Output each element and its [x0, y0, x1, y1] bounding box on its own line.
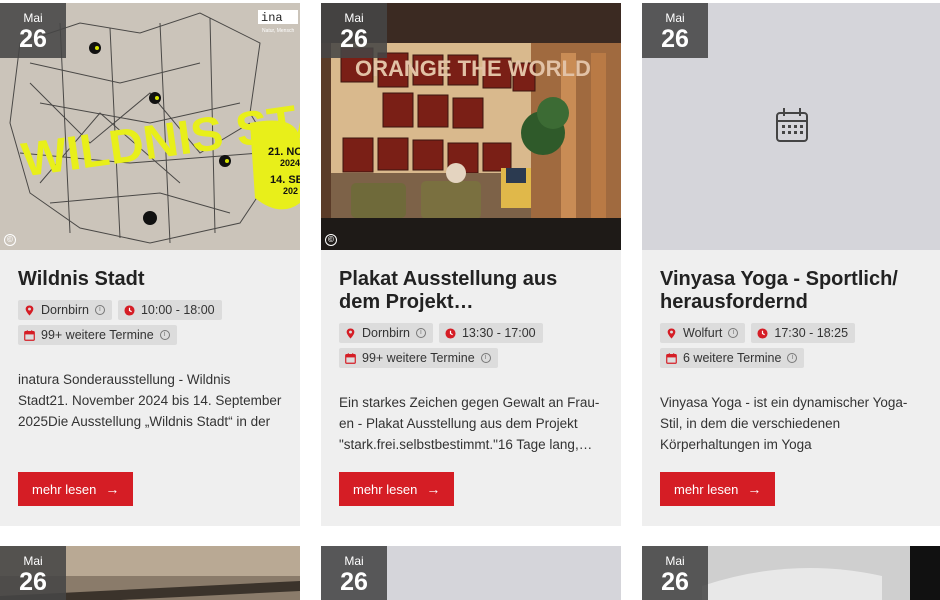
- date-badge: Mai 26: [0, 546, 66, 600]
- info-icon[interactable]: i: [94, 305, 105, 315]
- event-grid: WILDNIS STADT 21. NO 2024 14. SE 202 ina…: [0, 0, 940, 600]
- event-card[interactable]: ORANGE THE WORLD Mai 26 © Plakat Ausstel…: [321, 3, 621, 526]
- read-more-label: mehr lesen: [32, 481, 97, 497]
- date-month: Mai: [344, 554, 364, 568]
- date-day: 26: [340, 25, 368, 53]
- read-more-label: mehr lesen: [353, 481, 418, 497]
- event-title[interactable]: Plakat Ausstellung aus dem Projekt…: [339, 268, 603, 314]
- location-label: Wolfurt: [683, 326, 723, 340]
- event-image[interactable]: WILDNIS STADT 21. NO 2024 14. SE 202 ina…: [0, 3, 300, 250]
- arrow-right-icon: →: [747, 481, 762, 497]
- svg-text:202: 202: [283, 186, 298, 196]
- more-dates-tag[interactable]: 6 weitere Termine i: [660, 348, 805, 368]
- info-icon[interactable]: i: [480, 353, 491, 363]
- time-label: 13:30 - 17:00: [461, 326, 536, 340]
- event-description: inatura Sonderausstellung - Wildnis Stad…: [18, 372, 282, 429]
- read-more-button[interactable]: mehr lesen →: [660, 472, 776, 506]
- date-badge: Mai 26: [0, 3, 66, 58]
- event-title[interactable]: Wildnis Stadt: [18, 268, 282, 291]
- date-month: Mai: [344, 11, 364, 25]
- event-title[interactable]: Vinyasa Yoga - Sportlich/ herausfordernd: [660, 268, 924, 314]
- calendar-icon: [345, 352, 356, 364]
- copyright-icon[interactable]: ©: [325, 234, 337, 246]
- date-month: Mai: [665, 554, 685, 568]
- more-dates-label: 6 weitere Termine: [683, 351, 782, 365]
- event-image[interactable]: ORANGE THE WORLD Mai 26 ©: [321, 3, 621, 250]
- more-dates-label: 99+ weitere Termine: [41, 328, 154, 342]
- date-month: Mai: [665, 11, 685, 25]
- time-tag: 13:30 - 17:00: [438, 323, 543, 343]
- svg-text:2024: 2024: [280, 158, 300, 168]
- location-tag[interactable]: Dornbirn i: [18, 300, 112, 320]
- time-tag: 17:30 - 18:25: [751, 323, 856, 343]
- event-card[interactable]: Mai 26: [642, 546, 940, 600]
- info-icon[interactable]: i: [415, 328, 426, 338]
- info-icon[interactable]: i: [159, 330, 170, 340]
- date-month: Mai: [23, 554, 43, 568]
- date-day: 26: [661, 568, 689, 596]
- time-label: 17:30 - 18:25: [774, 326, 849, 340]
- time-label: 10:00 - 18:00: [140, 303, 215, 317]
- arrow-right-icon: →: [105, 481, 120, 497]
- location-tag[interactable]: Wolfurt i: [660, 323, 746, 343]
- location-label: Dornbirn: [362, 326, 410, 340]
- date-day: 26: [19, 25, 47, 53]
- arrow-right-icon: →: [426, 481, 441, 497]
- svg-text:14. SE: 14. SE: [270, 174, 300, 186]
- calendar-icon: [666, 352, 677, 364]
- more-dates-label: 99+ weitere Termine: [362, 351, 475, 365]
- copyright-icon[interactable]: ©: [4, 234, 16, 246]
- date-badge: Mai 26: [321, 546, 387, 600]
- event-card[interactable]: Mai 26: [0, 546, 300, 600]
- event-card[interactable]: Mai 26: [321, 546, 621, 600]
- event-image[interactable]: Mai 26: [642, 546, 940, 600]
- svg-text:21. NO: 21. NO: [268, 146, 300, 158]
- event-image[interactable]: Mai 26: [0, 546, 300, 600]
- event-description: Ein starkes Zeichen gegen Gewalt an Frau…: [339, 395, 600, 452]
- time-tag: 10:00 - 18:00: [117, 300, 222, 320]
- event-card[interactable]: Mai 26 Vinyasa Yoga - Sportlich/ herausf…: [642, 3, 940, 526]
- clock-icon: [445, 327, 456, 339]
- date-day: 26: [19, 568, 47, 596]
- read-more-button[interactable]: mehr lesen →: [339, 472, 455, 506]
- date-day: 26: [340, 568, 368, 596]
- inatura-logo: ina: [261, 11, 283, 25]
- more-dates-tag[interactable]: 99+ weitere Termine i: [18, 325, 177, 345]
- date-day: 26: [661, 25, 689, 53]
- event-image-placeholder[interactable]: Mai 26: [642, 3, 940, 250]
- read-more-label: mehr lesen: [674, 481, 739, 497]
- date-badge: Mai 26: [321, 3, 387, 58]
- location-label: Dornbirn: [41, 303, 89, 317]
- event-image-placeholder[interactable]: Mai 26: [321, 546, 621, 600]
- event-description: Vinyasa Yoga - ist ein dynamischer Yoga-…: [660, 395, 908, 452]
- clock-icon: [757, 327, 768, 339]
- map-pin-icon: [346, 327, 355, 339]
- map-pin-icon: [25, 304, 34, 316]
- date-badge: Mai 26: [642, 3, 708, 58]
- clock-icon: [124, 304, 135, 316]
- info-icon[interactable]: i: [787, 353, 798, 363]
- date-badge: Mai 26: [642, 546, 708, 600]
- info-icon[interactable]: i: [728, 328, 739, 338]
- more-dates-tag[interactable]: 99+ weitere Termine i: [339, 348, 498, 368]
- svg-text:Natur, Mensch: Natur, Mensch: [262, 28, 294, 34]
- event-card[interactable]: WILDNIS STADT 21. NO 2024 14. SE 202 ina…: [0, 3, 300, 526]
- orange-the-world-sign: ORANGE THE WORLD: [355, 56, 591, 81]
- calendar-icon: [24, 329, 35, 341]
- date-month: Mai: [23, 11, 43, 25]
- read-more-button[interactable]: mehr lesen →: [18, 472, 134, 506]
- location-tag[interactable]: Dornbirn i: [339, 323, 433, 343]
- map-pin-icon: [667, 327, 676, 339]
